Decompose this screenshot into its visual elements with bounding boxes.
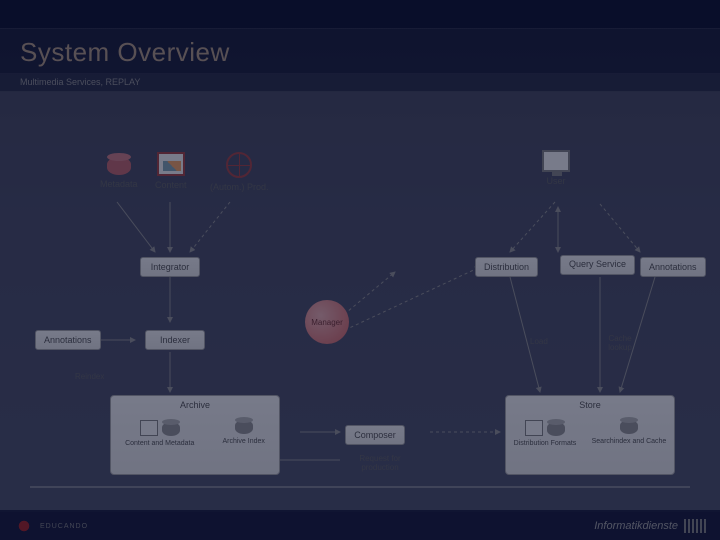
globe-icon (226, 152, 252, 178)
page-title: System Overview (0, 29, 720, 68)
cylinder-icon (547, 422, 565, 436)
distribution-box: Distribution (475, 257, 538, 277)
brand-logo-icon (14, 518, 34, 534)
right-brand-label: Informatikdienste (594, 520, 678, 532)
manager-label: Manager (311, 318, 343, 327)
cache-lookup-label: Cache lookup (600, 334, 640, 352)
search-cache-item: Searchindex and Cache (592, 414, 667, 447)
reindex-label: Reindex (75, 372, 104, 381)
annotations-right-box: Annotations (640, 257, 706, 277)
archive-index-label: Archive Index (222, 438, 264, 445)
dist-formats-label: Distribution Formats (514, 440, 577, 447)
annotations-right-node: Annotations (640, 257, 706, 277)
manager-node: Manager (305, 300, 349, 344)
metadata-node: Metadata (100, 157, 138, 189)
metadata-label: Metadata (100, 179, 138, 189)
composer-node: Composer (345, 425, 405, 445)
autom-prod-node: (Autom.) Prod. (210, 152, 269, 192)
page-subtitle: Multimedia Services, REPLAY (0, 74, 720, 87)
annotations-left-box: Annotations (35, 330, 101, 350)
footer: EDUCANDO Informatikdienste (0, 512, 720, 540)
annotations-left-node: Annotations (35, 330, 101, 350)
content-label: Content (155, 180, 187, 190)
content-metadata-item: Content and Metadata (125, 414, 194, 447)
monitor-icon (542, 150, 570, 172)
distribution-node: Distribution (475, 257, 538, 277)
user-node: User (542, 150, 570, 186)
autom-prod-label: (Autom.) Prod. (210, 182, 269, 192)
right-brand: Informatikdienste (594, 519, 706, 533)
user-label: User (542, 176, 570, 186)
load-label: Load (530, 337, 548, 346)
cylinder-icon (235, 420, 253, 434)
query-service-node: Query Service (560, 255, 635, 275)
composer-box: Composer (345, 425, 405, 445)
cube-icon (140, 420, 158, 436)
store-title: Store (579, 400, 601, 410)
database-icon (107, 157, 131, 175)
integrator-box: Integrator (140, 257, 200, 277)
cylinder-icon (620, 420, 638, 434)
archive-title: Archive (180, 400, 210, 410)
request-prod-label: Request for production (345, 454, 415, 472)
store-container: Store Distribution Formats Searchindex a… (505, 395, 675, 475)
stripes-icon (684, 519, 706, 533)
content-node: Content (155, 152, 187, 190)
header-bar: System Overview (0, 28, 720, 74)
query-service-box: Query Service (560, 255, 635, 275)
cube-icon (525, 420, 543, 436)
integrator-node: Integrator (140, 257, 200, 277)
indexer-node: Indexer (145, 330, 205, 350)
manager-circle: Manager (305, 300, 349, 344)
dist-formats-item: Distribution Formats (514, 414, 577, 447)
image-icon (157, 152, 185, 176)
indexer-box: Indexer (145, 330, 205, 350)
subtitle-bar: Multimedia Services, REPLAY (0, 74, 720, 92)
diagram-canvas: Metadata Content (Autom.) Prod. User Int… (0, 92, 720, 510)
archive-index-item: Archive Index (222, 414, 264, 447)
content-metadata-label: Content and Metadata (125, 440, 194, 447)
archive-container: Archive Content and Metadata Archive Ind… (110, 395, 280, 475)
search-cache-label: Searchindex and Cache (592, 438, 667, 445)
left-brand-label: EDUCANDO (40, 523, 88, 530)
cylinder-icon (162, 422, 180, 436)
